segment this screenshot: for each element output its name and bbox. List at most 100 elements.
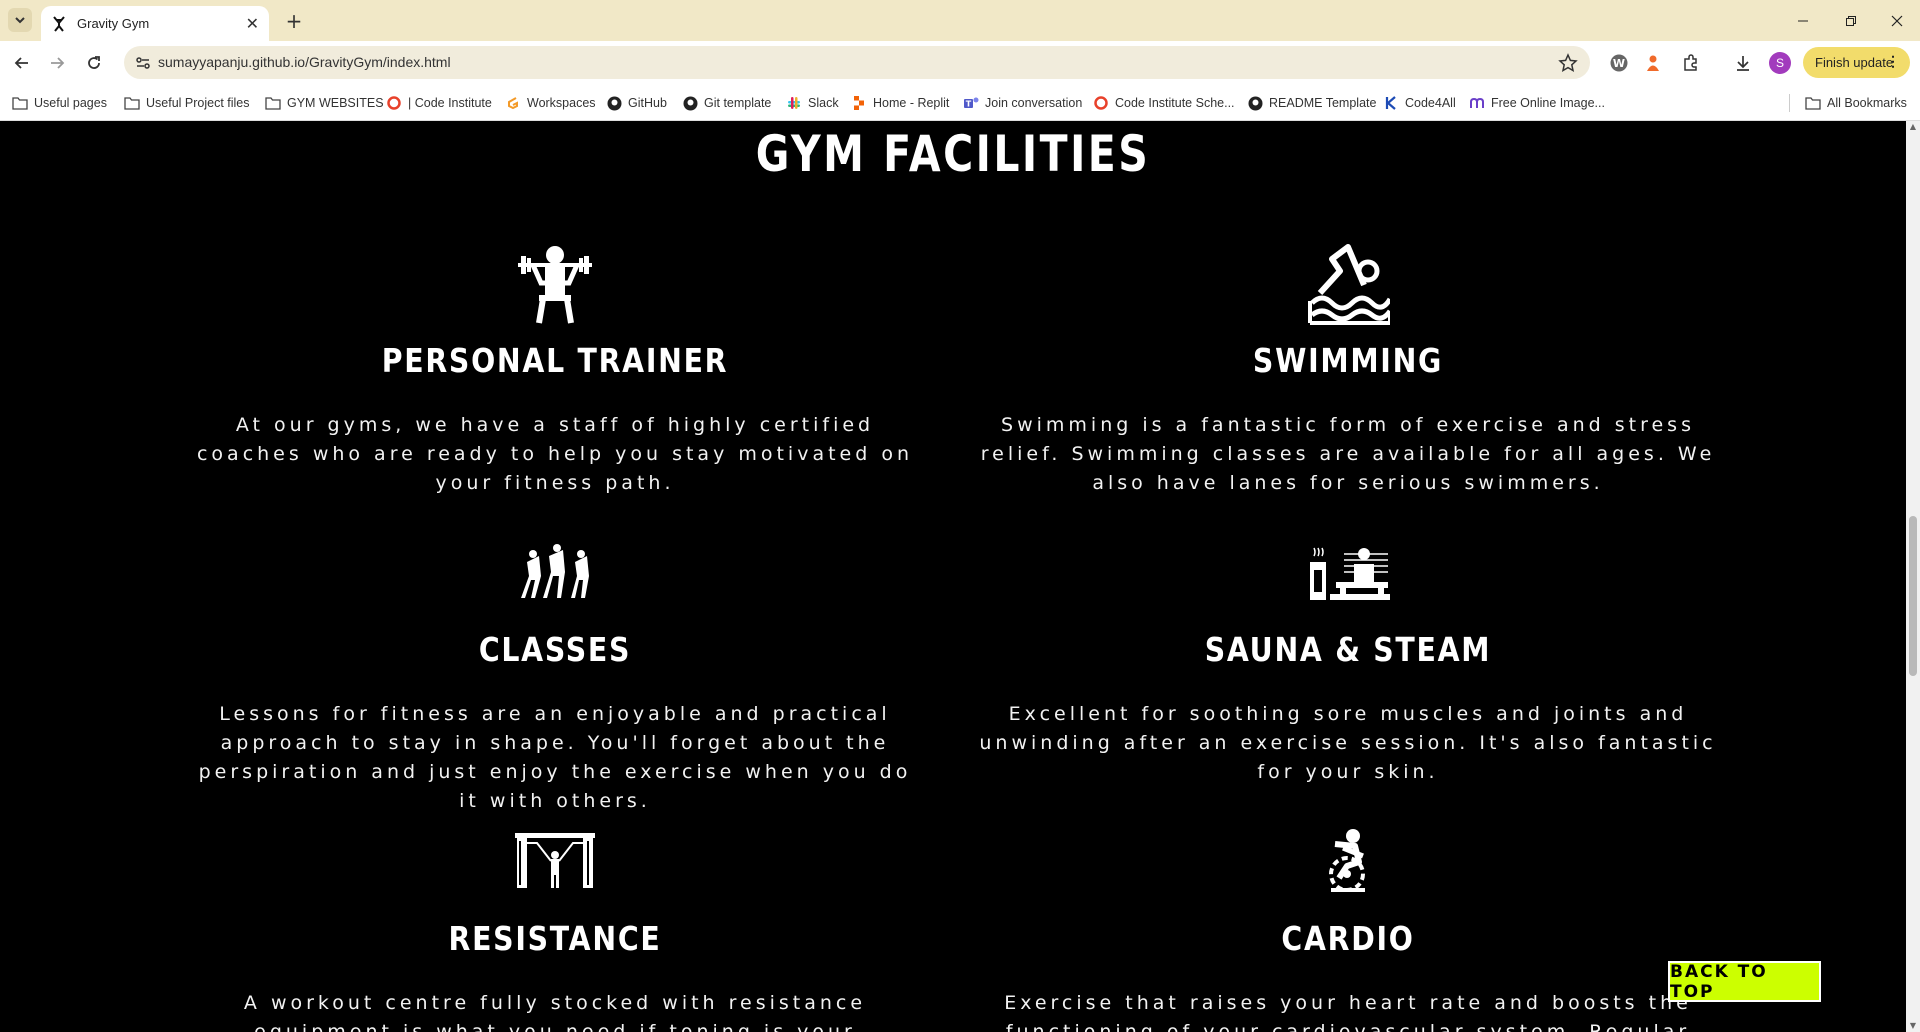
bookmark-label: Home - Replit bbox=[873, 96, 950, 110]
bookmark-label: GitHub bbox=[628, 96, 667, 110]
browser-toolbar: sumayyapanju.github.io/GravityGym/index.… bbox=[0, 41, 1920, 84]
all-bookmarks[interactable]: All Bookmarks bbox=[1805, 93, 1907, 113]
swimmer-icon bbox=[1308, 244, 1390, 325]
folder-icon bbox=[12, 95, 28, 111]
restore-icon bbox=[1846, 15, 1856, 26]
weightlifting-icon bbox=[518, 246, 592, 324]
minimize-button[interactable] bbox=[1780, 0, 1826, 41]
close-tab-icon[interactable]: ✕ bbox=[246, 15, 259, 32]
facility-title: SWIMMING bbox=[1252, 341, 1444, 380]
arrow-right-icon bbox=[51, 57, 65, 69]
exercise-bike-icon bbox=[1329, 829, 1365, 892]
gitpod-icon bbox=[505, 95, 521, 111]
bookmark-star-icon[interactable] bbox=[1558, 53, 1578, 73]
bookmark-code-institute[interactable]: | Code Institute bbox=[386, 93, 492, 113]
bookmarks-bar: Useful pages Useful Project files GYM WE… bbox=[0, 84, 1920, 121]
code4all-icon bbox=[1383, 95, 1399, 111]
page-heading: GYM FACILITIES bbox=[755, 125, 1151, 183]
bookmark-label: Useful Project files bbox=[146, 96, 250, 110]
download-icon[interactable] bbox=[1732, 52, 1754, 74]
profile-avatar[interactable]: S bbox=[1769, 52, 1791, 74]
bookmark-slack[interactable]: Slack bbox=[786, 93, 839, 113]
back-button[interactable] bbox=[8, 49, 36, 77]
bookmark-code4all[interactable]: Code4All bbox=[1383, 93, 1456, 113]
wordpress-extension-icon[interactable]: W bbox=[1608, 52, 1630, 74]
facility-title: CARDIO bbox=[1281, 919, 1415, 958]
facility-description: Excellent for soothing sore muscles and … bbox=[979, 703, 1717, 783]
bookmark-label: README Template bbox=[1269, 96, 1377, 110]
back-to-top-button[interactable]: BACK TO TOP bbox=[1668, 961, 1821, 1002]
svg-text:W: W bbox=[1613, 57, 1625, 70]
bookmark-code-institute-schedule[interactable]: Code Institute Sche... bbox=[1093, 93, 1235, 113]
facility-description: Swimming is a fantastic form of exercise… bbox=[980, 414, 1716, 494]
forward-button[interactable] bbox=[43, 49, 71, 77]
bookmark-useful-project-files[interactable]: Useful Project files bbox=[124, 93, 250, 113]
github-icon bbox=[1247, 95, 1263, 111]
slack-icon bbox=[786, 95, 802, 111]
bookmark-label: GYM WEBSITES bbox=[287, 96, 384, 110]
bookmark-git-template[interactable]: Git template bbox=[682, 93, 771, 113]
bookmark-useful-pages[interactable]: Useful pages bbox=[12, 93, 107, 113]
close-window-button[interactable] bbox=[1874, 0, 1920, 41]
facility-title: PERSONAL TRAINER bbox=[381, 341, 729, 380]
image-tool-icon bbox=[1469, 95, 1485, 111]
facility-resistance: RESISTANCE A workout centre fully stocke… bbox=[175, 819, 935, 1032]
finish-update-button[interactable]: Finish update ⋮ bbox=[1803, 47, 1910, 78]
bookmark-gym-websites[interactable]: GYM WEBSITES bbox=[265, 93, 384, 113]
reload-button[interactable] bbox=[80, 49, 108, 77]
page-scrollbar[interactable]: ▲ ▼ bbox=[1906, 121, 1920, 1032]
bookmark-github[interactable]: GitHub bbox=[606, 93, 667, 113]
bookmark-label: Free Online Image... bbox=[1491, 96, 1605, 110]
extension-orange-icon[interactable] bbox=[1642, 52, 1664, 74]
bookmark-label: Code Institute Sche... bbox=[1115, 96, 1235, 110]
teams-icon: T bbox=[963, 95, 979, 111]
facility-title: CLASSES bbox=[478, 630, 632, 669]
facility-description: At our gyms, we have a staff of highly c… bbox=[196, 414, 914, 494]
facility-cardio: CARDIO Exercise that raises your heart r… bbox=[968, 819, 1728, 1032]
resistance-machine-icon bbox=[515, 833, 595, 888]
bookmark-readme-template[interactable]: README Template bbox=[1247, 93, 1376, 113]
sauna-icon bbox=[1310, 547, 1390, 600]
bookmark-home-replit[interactable]: Home - Replit bbox=[851, 93, 949, 113]
facility-swimming: SWIMMING Swimming is a fantastic form of… bbox=[968, 241, 1728, 498]
more-menu-icon: ⋮ bbox=[1886, 53, 1900, 69]
tab-title: Gravity Gym bbox=[77, 16, 150, 31]
bookmark-join-conversation[interactable]: T Join conversation bbox=[963, 93, 1082, 113]
scroll-down-arrow-icon[interactable]: ▼ bbox=[1909, 1022, 1917, 1030]
tab-search-button[interactable] bbox=[8, 8, 32, 32]
all-bookmarks-label: All Bookmarks bbox=[1827, 96, 1907, 110]
scroll-up-arrow-icon[interactable]: ▲ bbox=[1909, 123, 1917, 131]
folder-icon bbox=[124, 95, 140, 111]
tab-strip: Gravity Gym ✕ + bbox=[0, 0, 1920, 41]
site-info-icon[interactable] bbox=[134, 54, 152, 72]
page-content: GYM FACILITIES PERSONAL TRAINER At our g… bbox=[0, 121, 1906, 1032]
code-institute-icon bbox=[1093, 95, 1109, 111]
plus-icon: + bbox=[285, 9, 303, 33]
bookmark-label: Code4All bbox=[1405, 96, 1456, 110]
facility-title: RESISTANCE bbox=[448, 919, 662, 958]
github-icon bbox=[606, 95, 622, 111]
github-icon bbox=[682, 95, 698, 111]
folder-icon bbox=[265, 95, 281, 111]
url-text: sumayyapanju.github.io/GravityGym/index.… bbox=[158, 54, 451, 70]
facility-description: Lessons for fitness are an enjoyable and… bbox=[198, 703, 912, 812]
bookmark-workspaces[interactable]: Workspaces bbox=[505, 93, 596, 113]
gym-favicon-icon bbox=[51, 15, 67, 32]
restore-button[interactable] bbox=[1828, 0, 1874, 41]
extensions-puzzle-icon[interactable] bbox=[1680, 52, 1702, 74]
bookmark-label: Git template bbox=[704, 96, 772, 110]
bookmark-free-online-image[interactable]: Free Online Image... bbox=[1469, 93, 1605, 113]
facility-personal-trainer: PERSONAL TRAINER At our gyms, we have a … bbox=[175, 241, 935, 498]
bookmark-label: Useful pages bbox=[34, 96, 107, 110]
chevron-down-icon bbox=[15, 17, 25, 24]
arrow-left-icon bbox=[14, 57, 28, 69]
facility-description: A workout centre fully stocked with resi… bbox=[243, 992, 867, 1032]
minimize-icon bbox=[1798, 20, 1808, 21]
new-tab-button[interactable]: + bbox=[282, 9, 306, 33]
bookmark-label: | Code Institute bbox=[408, 96, 492, 110]
finish-update-label: Finish update bbox=[1815, 55, 1894, 70]
scrollbar-thumb[interactable] bbox=[1909, 516, 1917, 676]
active-tab[interactable]: Gravity Gym ✕ bbox=[41, 6, 269, 41]
address-bar[interactable]: sumayyapanju.github.io/GravityGym/index.… bbox=[124, 46, 1590, 79]
replit-icon bbox=[851, 95, 867, 111]
